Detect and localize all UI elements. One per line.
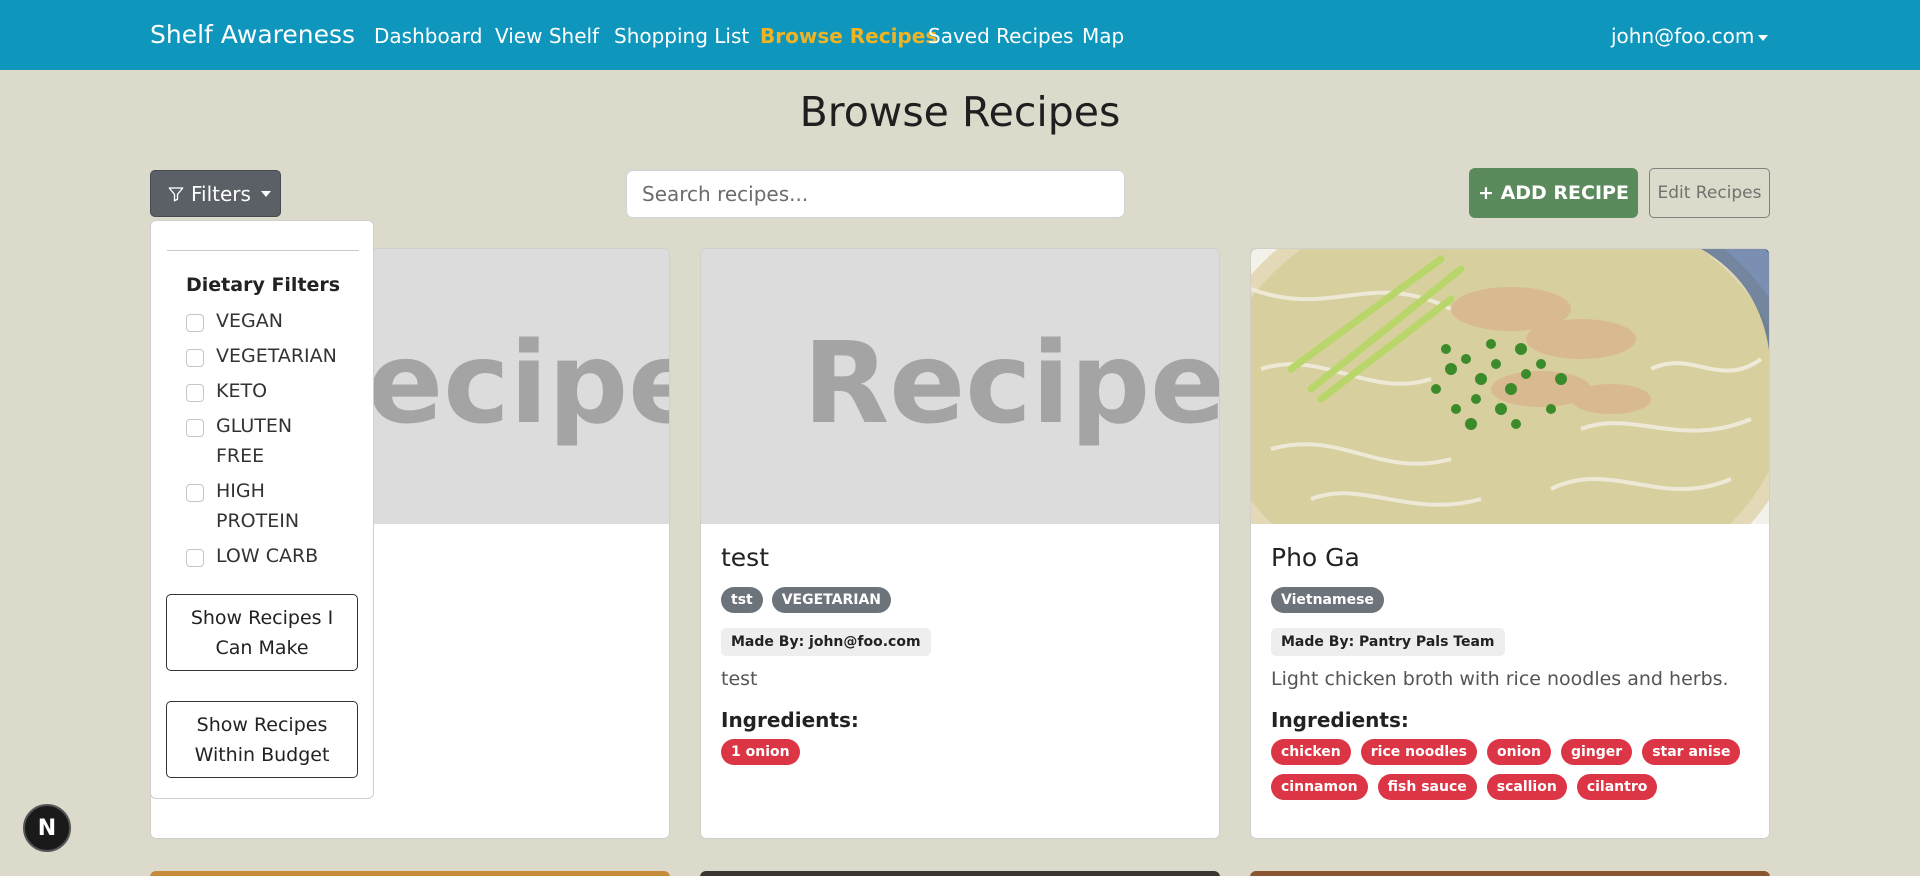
recipe-description: Light chicken broth with rice noodles an…: [1271, 668, 1729, 690]
chevron-down-icon: [1758, 34, 1769, 41]
pho-bowl-image: [1251, 249, 1769, 524]
dev-tools-badge[interactable]: N: [23, 804, 71, 852]
nav-saved-recipes[interactable]: Saved Recipes: [928, 24, 1073, 48]
ingredient-list: 1 onion: [721, 739, 800, 765]
checkbox[interactable]: [186, 384, 204, 402]
tag-badge: VEGETARIAN: [771, 587, 892, 613]
ingredient-pill: chicken: [1271, 739, 1351, 765]
show-recipes-within-budget-button[interactable]: Show Recipes Within Budget: [166, 701, 358, 778]
ingredient-pill: fish sauce: [1377, 774, 1477, 800]
filters-button[interactable]: Filters: [150, 170, 281, 217]
recipe-card[interactable]: Pho Ga Vietnamese Made By: Pantry Pals T…: [1250, 248, 1770, 839]
checkbox[interactable]: [186, 349, 204, 367]
nav-shopping-list[interactable]: Shopping List: [614, 24, 749, 48]
show-recipes-i-can-make-button[interactable]: Show Recipes I Can Make: [166, 594, 358, 671]
ingredient-pill: ginger: [1560, 739, 1633, 765]
recipe-card-top[interactable]: [700, 871, 1220, 876]
user-email: john@foo.com: [1611, 24, 1755, 48]
recipe-image-placeholder: Recipe: [701, 249, 1219, 524]
funnel-icon: [168, 186, 184, 201]
filter-label: HIGH PROTEIN: [216, 480, 300, 532]
tag-row: tst VEGETARIAN: [721, 587, 892, 613]
made-by-badge: Made By: Pantry Pals Team: [1271, 628, 1505, 656]
filter-label: VEGETARIAN: [216, 345, 337, 367]
user-menu-dropdown[interactable]: john@foo.com: [1611, 24, 1769, 48]
ingredient-pill: 1 onion: [721, 739, 800, 765]
filter-label: LOW CARB: [216, 545, 319, 567]
checkbox[interactable]: [186, 314, 204, 332]
filter-option-high-protein[interactable]: HIGH PROTEIN: [186, 480, 316, 536]
made-by-badge: Made By: john@foo.com: [721, 628, 931, 656]
brand-logo[interactable]: Shelf Awareness: [150, 20, 355, 49]
filter-option-gluten-free[interactable]: GLUTEN FREE: [186, 415, 316, 471]
filter-label: KETO: [216, 380, 268, 402]
search-input[interactable]: [626, 170, 1125, 218]
nav-dashboard[interactable]: Dashboard: [374, 24, 483, 48]
tag-badge: Vietnamese: [1271, 587, 1384, 613]
filter-option-low-carb[interactable]: LOW CARB: [186, 545, 356, 571]
filter-option-vegetarian[interactable]: VEGETARIAN: [186, 345, 356, 371]
ingredient-pill: cilantro: [1576, 774, 1658, 800]
recipe-title: Pho Ga: [1271, 543, 1360, 572]
recipe-card-top[interactable]: [1250, 871, 1770, 876]
add-recipe-button[interactable]: + ADD RECIPE: [1469, 168, 1638, 218]
ingredient-pill: rice noodles: [1360, 739, 1477, 765]
checkbox[interactable]: [186, 484, 204, 502]
checkbox[interactable]: [186, 549, 204, 567]
recipe-card-top[interactable]: [150, 871, 670, 876]
ingredient-pill: cinnamon: [1271, 774, 1368, 800]
nav-browse-recipes[interactable]: Browse Recipes: [760, 24, 937, 48]
ingredients-heading: Ingredients:: [721, 708, 859, 732]
tag-badge: tst: [721, 587, 763, 613]
chevron-down-icon: [260, 190, 271, 197]
recipe-description: test: [721, 668, 758, 690]
checkbox[interactable]: [186, 419, 204, 437]
ingredient-pill: onion: [1487, 739, 1551, 765]
recipe-title: test: [721, 543, 770, 572]
ingredients-heading: Ingredients:: [1271, 708, 1409, 732]
edit-recipes-button[interactable]: Edit Recipes: [1649, 168, 1770, 218]
top-navbar: Shelf Awareness Dashboard View Shelf Sho…: [0, 0, 1920, 70]
ingredient-pill: scallion: [1486, 774, 1567, 800]
recipe-card[interactable]: Recipe test tst VEGETARIAN Made By: john…: [700, 248, 1220, 839]
ingredient-list: cinnamon fish sauce scallion cilantro: [1271, 774, 1658, 800]
dietary-filters-heading: Dietary Filters: [186, 274, 341, 296]
placeholder-text: Recipe: [803, 319, 1219, 449]
nav-map[interactable]: Map: [1082, 24, 1124, 48]
nav-view-shelf[interactable]: View Shelf: [495, 24, 599, 48]
filter-option-vegan[interactable]: VEGAN: [186, 310, 356, 336]
recipe-image: [1251, 249, 1769, 524]
filter-label: VEGAN: [216, 310, 283, 332]
ingredient-pill: star anise: [1642, 739, 1741, 765]
page-title: Browse Recipes: [799, 88, 1121, 136]
filter-label: GLUTEN FREE: [216, 415, 293, 467]
filters-dropdown-menu: Dietary Filters VEGAN VEGETARIAN KETO GL…: [150, 220, 374, 799]
tag-row: Vietnamese: [1271, 587, 1384, 613]
divider: [167, 250, 359, 251]
filters-label: Filters: [191, 181, 251, 206]
ingredient-list: chicken rice noodles onion ginger star a…: [1271, 739, 1741, 765]
filter-option-keto[interactable]: KETO: [186, 380, 356, 406]
